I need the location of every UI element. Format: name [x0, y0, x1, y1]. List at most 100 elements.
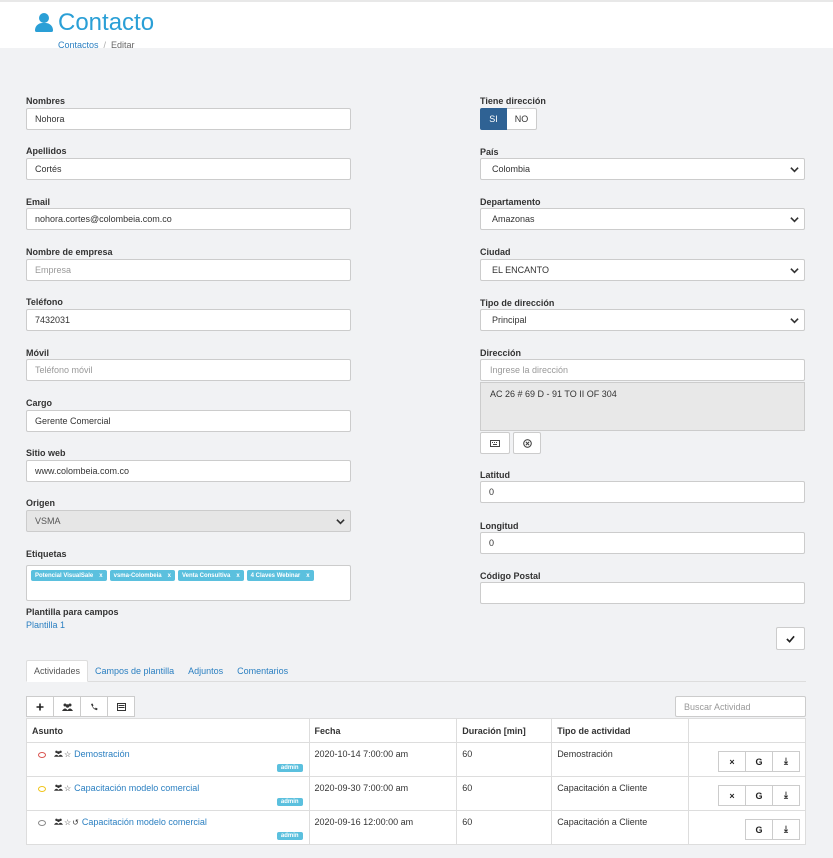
google-button[interactable]: G: [745, 785, 773, 806]
plus-icon: [36, 703, 44, 710]
tag-remove-icon[interactable]: x: [99, 573, 102, 579]
telefono-label: Teléfono: [26, 297, 63, 307]
table-row: ☆ Demostración admin 2020-10-14 7:00:00 a…: [26, 742, 806, 777]
chevron-down-icon: [336, 517, 345, 526]
page-title: Contacto: [35, 9, 154, 37]
plantilla-label: Plantilla para campos: [26, 607, 119, 617]
sitio-field[interactable]: www.colombeia.com.co: [26, 460, 351, 482]
page-header: Contacto Contactos / Editar: [0, 0, 833, 50]
chevron-down-icon: [790, 165, 799, 174]
owner-badge: admin: [276, 764, 303, 772]
user-icon: [35, 13, 53, 33]
email-activity-button[interactable]: [107, 696, 135, 717]
empresa-label: Nombre de empresa: [26, 247, 113, 257]
phone-icon: [91, 703, 98, 710]
direccion-input[interactable]: Ingrese la dirección: [480, 359, 805, 381]
activity-type: Demostración: [551, 742, 690, 777]
breadcrumb-current: Editar: [111, 40, 135, 50]
tipo-direccion-select[interactable]: Principal: [480, 309, 805, 331]
status-dot-icon: [38, 785, 46, 792]
nombres-label: Nombres: [26, 96, 66, 106]
movil-label: Móvil: [26, 348, 50, 358]
ciudad-select[interactable]: EL ENCANTO: [480, 259, 805, 281]
origen-label: Origen: [26, 498, 56, 508]
tipo-direccion-label: Tipo de dirección: [480, 298, 555, 308]
direccion-label: Dirección: [480, 348, 522, 358]
col-actions: [688, 718, 806, 743]
repeat-icon: ↺: [72, 818, 79, 827]
google-button[interactable]: G: [745, 751, 773, 772]
table-row: ☆ Capacitación modelo comercial admin 202…: [26, 776, 806, 811]
tag-chip: Venta Consultiva x: [177, 570, 244, 581]
group-icon: [54, 818, 63, 825]
table-row: ☆↺ Capacitación modelo comercial admin 20…: [26, 810, 806, 845]
download-button[interactable]: ⤓: [772, 751, 800, 772]
tag-remove-icon[interactable]: x: [168, 573, 171, 579]
tag-remove-icon[interactable]: x: [306, 573, 309, 579]
departamento-label: Departamento: [480, 197, 541, 207]
telefono-field[interactable]: 7432031: [26, 309, 351, 331]
status-dot-icon: [38, 819, 46, 826]
delete-button[interactable]: ×: [718, 785, 746, 806]
sitio-label: Sitio web: [26, 448, 66, 458]
movil-field[interactable]: Teléfono móvil: [26, 359, 351, 381]
activity-type: Capacitación a Cliente: [551, 776, 690, 811]
chevron-down-icon: [790, 215, 799, 224]
toggle-si-button[interactable]: SI: [480, 108, 507, 130]
activity-link[interactable]: Capacitación modelo comercial: [74, 783, 199, 793]
add-activity-button[interactable]: [26, 696, 54, 717]
activity-tabs: Actividades Campos de plantilla Adjuntos…: [26, 660, 806, 682]
star-icon: ☆: [64, 784, 72, 793]
tab-comentarios[interactable]: Comentarios: [230, 660, 295, 682]
etiquetas-label: Etiquetas: [26, 549, 67, 559]
codigo-postal-field[interactable]: [480, 582, 805, 604]
toggle-no-button[interactable]: NO: [507, 108, 537, 130]
col-fecha: Fecha: [308, 718, 458, 743]
departamento-select[interactable]: Amazonas: [480, 208, 805, 230]
activity-link[interactable]: Demostración: [74, 749, 130, 759]
origen-select[interactable]: VSMA: [26, 510, 351, 532]
pais-select[interactable]: Colombia: [480, 158, 805, 180]
cargo-field[interactable]: Gerente Comercial: [26, 410, 351, 432]
longitud-field[interactable]: 0: [480, 532, 805, 554]
call-button[interactable]: [80, 696, 108, 717]
email-label: Email: [26, 197, 51, 207]
breadcrumb-contactos[interactable]: Contactos: [58, 40, 99, 50]
tab-actividades[interactable]: Actividades: [26, 660, 89, 682]
latitud-field[interactable]: 0: [480, 481, 805, 503]
tab-adjuntos[interactable]: Adjuntos: [181, 660, 230, 682]
tiene-direccion-toggle: SI NO: [480, 108, 537, 130]
table-header-row: Asunto Fecha Duración [min] Tipo de acti…: [26, 718, 806, 743]
download-button[interactable]: ⤓: [772, 819, 800, 840]
meeting-button[interactable]: [53, 696, 81, 717]
google-button[interactable]: G: [745, 819, 773, 840]
tags-input[interactable]: Potencial VisualSale x vsma-Colombeia x Ve…: [26, 565, 351, 601]
delete-button[interactable]: ×: [718, 751, 746, 772]
ciudad-value: EL ENCANTO: [492, 265, 550, 275]
pais-value: Colombia: [492, 164, 531, 174]
download-button[interactable]: ⤓: [772, 785, 800, 806]
activity-link[interactable]: Capacitación modelo comercial: [82, 817, 207, 827]
tag-remove-icon[interactable]: x: [236, 573, 239, 579]
activity-duration: 60: [456, 810, 553, 845]
title-text: Contacto: [58, 9, 155, 36]
save-button[interactable]: [776, 627, 805, 650]
owner-badge: admin: [276, 832, 303, 840]
plantilla-link[interactable]: Plantilla 1: [26, 620, 65, 630]
col-tipo: Tipo de actividad: [551, 718, 690, 743]
tag-chip: Potencial VisualSale x: [31, 570, 107, 581]
owner-badge: admin: [276, 798, 303, 806]
apellidos-field[interactable]: Cortés: [26, 158, 351, 180]
nombres-field[interactable]: Nohora: [26, 108, 351, 130]
search-activity-input[interactable]: Buscar Actividad: [675, 696, 806, 717]
activity-toolbar: [26, 696, 135, 717]
empresa-field[interactable]: Empresa: [26, 259, 351, 281]
email-field[interactable]: nohora.cortes@colombeia.com.co: [26, 208, 351, 230]
keyboard-button[interactable]: [480, 432, 510, 454]
star-icon: ☆: [64, 750, 72, 759]
direccion-textarea[interactable]: AC 26 # 69 D - 91 TO II OF 304: [480, 382, 805, 431]
clear-address-button[interactable]: [513, 432, 541, 454]
tab-campos-plantilla[interactable]: Campos de plantilla: [88, 660, 181, 682]
chevron-down-icon: [790, 316, 799, 325]
tiene-direccion-label: Tiene dirección: [480, 96, 546, 106]
